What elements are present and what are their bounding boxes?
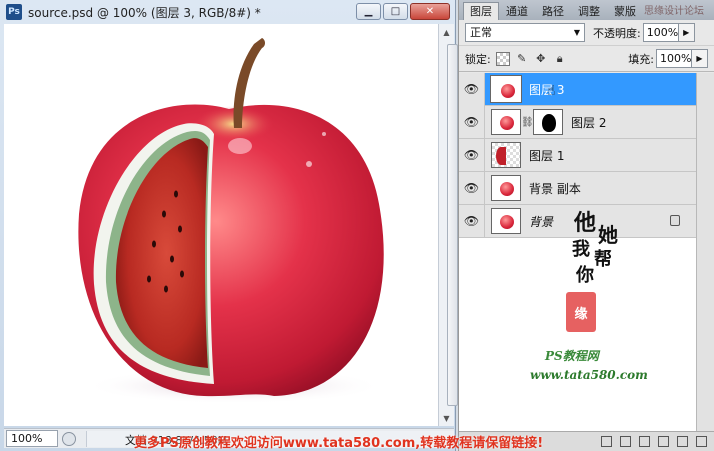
eye-icon[interactable]: 👁︎ xyxy=(459,72,485,106)
lock-all-icon[interactable]: 🔒︎ xyxy=(553,52,567,66)
link-chain-icon[interactable]: ⛓ xyxy=(521,117,534,128)
chevron-down-icon: ▼ xyxy=(573,28,580,37)
promo-banner: 更多PS原创教程欢迎访问www.tata580.com,转载教程请保留链接! xyxy=(134,436,544,451)
layers-scrollbar[interactable] xyxy=(697,73,714,431)
photoshop-logo-icon: Ps xyxy=(6,4,22,20)
layer-thumbnail xyxy=(491,109,521,135)
layer-mask-thumbnail[interactable] xyxy=(533,109,563,135)
watermark-site-url: www.tata580.com xyxy=(530,368,648,382)
maximize-button[interactable]: □ xyxy=(383,3,408,20)
scroll-up-icon[interactable]: ▲ xyxy=(439,24,454,40)
hand-cursor-icon: ☝ xyxy=(547,83,556,99)
apple-watermelon-image xyxy=(78,38,384,404)
eye-icon[interactable]: 👁︎ xyxy=(459,171,485,205)
opacity-label: 不透明度: xyxy=(593,26,641,40)
eye-icon[interactable]: 👁︎ xyxy=(459,138,485,172)
fill-slider-icon[interactable]: ▶ xyxy=(692,49,708,68)
watermark-site-name: PS教程网 xyxy=(545,349,599,363)
status-info-icon[interactable] xyxy=(62,431,76,446)
signature-char: 他 xyxy=(574,210,597,236)
lock-label: 锁定: xyxy=(465,52,491,66)
zoom-field[interactable]: 100% xyxy=(6,430,58,447)
new-group-icon[interactable] xyxy=(658,436,669,447)
layer-thumbnail xyxy=(490,75,522,103)
red-seal-stamp: 缘 xyxy=(566,292,596,332)
tab-adjustments[interactable]: 调整 xyxy=(571,2,607,20)
opacity-field[interactable]: 100% xyxy=(642,23,679,42)
lock-transparency-icon[interactable] xyxy=(495,51,510,66)
tab-channels[interactable]: 通道 xyxy=(499,2,535,20)
add-mask-icon[interactable] xyxy=(639,436,650,447)
layer-name[interactable]: 背景 副本 xyxy=(529,180,581,197)
lock-move-icon[interactable]: ✥ xyxy=(534,52,548,66)
layer-thumbnail xyxy=(491,175,521,201)
layer-row-layer1[interactable]: 👁︎ 图层 1 xyxy=(459,138,696,172)
signature-char: 我 xyxy=(572,239,590,260)
layer-name[interactable]: 图层 2 xyxy=(571,114,606,131)
window-controls: ▁ □ ✕ xyxy=(356,3,450,20)
opacity-slider-icon[interactable]: ▶ xyxy=(678,23,695,42)
document-window: Ps source.psd @ 100% (图层 3, RGB/8#) * ▁ … xyxy=(0,0,458,451)
layer-thumbnail xyxy=(491,142,521,168)
image-canvas[interactable] xyxy=(4,24,438,426)
document-title: source.psd @ 100% (图层 3, RGB/8#) * xyxy=(28,5,261,20)
fill-label: 填充: xyxy=(628,52,654,66)
lock-brush-icon[interactable]: ✎ xyxy=(515,52,529,66)
vertical-scrollbar[interactable]: ▲ ▼ xyxy=(438,24,458,426)
layer-style-icon[interactable] xyxy=(620,436,631,447)
signature-char: 帮 xyxy=(594,249,612,270)
blend-mode-select[interactable]: 正常 ▼ xyxy=(465,23,585,42)
tab-layers[interactable]: 图层 xyxy=(463,2,499,20)
signature-char: 她 xyxy=(598,223,618,247)
eye-icon[interactable]: 👁︎ xyxy=(459,204,485,238)
tab-paths[interactable]: 路径 xyxy=(535,2,571,20)
new-layer-icon[interactable] xyxy=(677,436,688,447)
blend-row: 正常 ▼ 不透明度: 100% ▶ xyxy=(459,20,714,46)
handwritten-signature: 他 她 我 帮 你 xyxy=(560,205,650,355)
layer-name[interactable]: 图层 1 xyxy=(529,147,564,164)
link-layers-icon[interactable] xyxy=(601,436,612,447)
document-titlebar[interactable]: Ps source.psd @ 100% (图层 3, RGB/8#) * ▁ … xyxy=(0,0,456,24)
scroll-down-icon[interactable]: ▼ xyxy=(439,410,454,426)
layer-name[interactable]: 背景 xyxy=(529,213,553,230)
scroll-thumb[interactable] xyxy=(447,44,458,406)
photoshop-workspace: Ps source.psd @ 100% (图层 3, RGB/8#) * ▁ … xyxy=(0,0,714,451)
layer-thumbnail xyxy=(491,208,521,234)
eye-icon[interactable]: 👁︎ xyxy=(459,105,485,139)
delete-layer-icon[interactable] xyxy=(696,436,707,447)
blend-mode-value: 正常 xyxy=(470,26,492,39)
lock-row: 锁定: ✎ ✥ 🔒︎ 填充: 100% ▶ xyxy=(459,46,714,72)
minimize-button[interactable]: ▁ xyxy=(356,3,381,20)
panel-tabs: 图层 通道 路径 调整 蒙版 思缘设计论坛 xyxy=(459,0,714,20)
close-button[interactable]: ✕ xyxy=(410,3,450,20)
fill-field[interactable]: 100% xyxy=(656,49,692,68)
forum-watermark: 思缘设计论坛 xyxy=(644,6,704,17)
layer-row-layer2[interactable]: 👁︎ ⛓ 图层 2 xyxy=(459,105,696,139)
tab-masks[interactable]: 蒙版 xyxy=(607,2,643,20)
layer-row-layer3[interactable]: 👁︎ 图层 3 ☝ xyxy=(459,72,696,106)
lock-icon xyxy=(670,215,680,226)
layer-row-background-copy[interactable]: 👁︎ 背景 副本 xyxy=(459,171,696,205)
signature-char: 你 xyxy=(576,265,594,286)
